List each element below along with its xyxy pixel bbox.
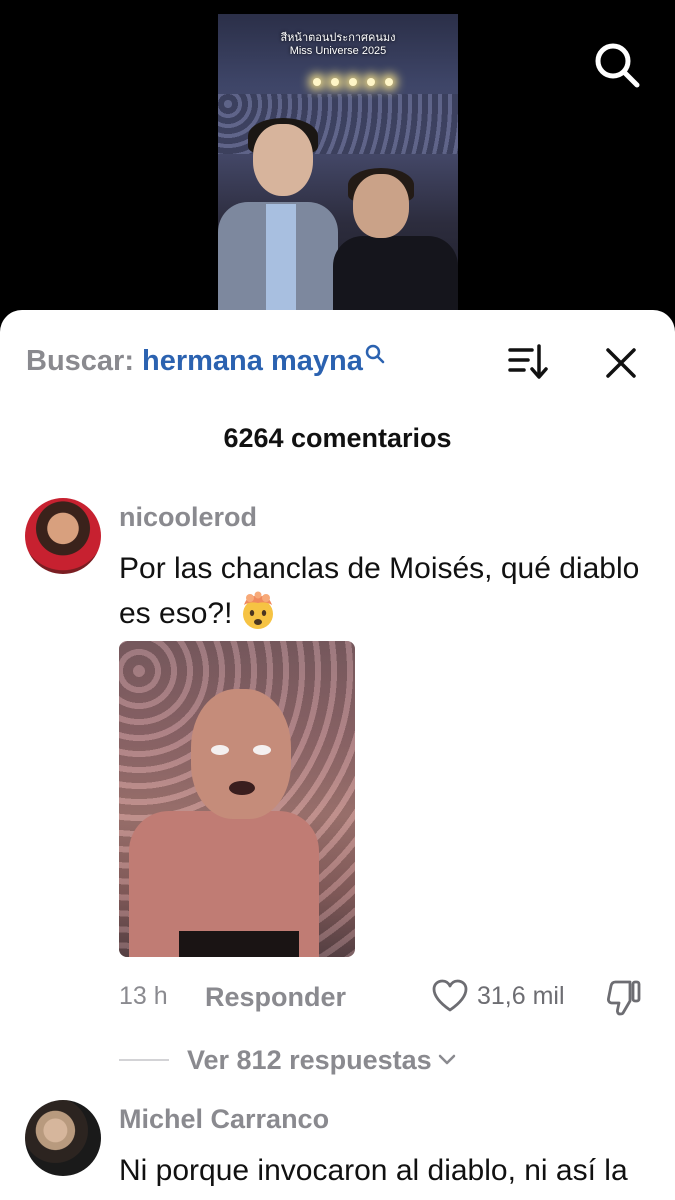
sort-button[interactable]: [506, 342, 550, 382]
close-button[interactable]: [602, 344, 640, 382]
heart-icon[interactable]: [431, 978, 469, 1014]
comment-actions: 13 h Responder 31,6 mil: [119, 978, 659, 1018]
comment-text-body: Por las chanclas de Moisés, qué diablo e…: [119, 552, 640, 630]
comment-attached-image[interactable]: [119, 641, 355, 957]
chevron-down-icon: [438, 1054, 455, 1065]
view-replies-label: Ver 812 respuestas: [187, 1044, 432, 1075]
video-caption: สีหน้าตอนประกาศคนมง Miss Universe 2025: [218, 32, 458, 58]
comment-count: 6264 comentarios: [223, 423, 452, 453]
video-caption-line2: Miss Universe 2025: [289, 45, 387, 57]
video-area: สีหน้าตอนประกาศคนมง Miss Universe 2025: [0, 0, 675, 330]
comment-username[interactable]: Michel Carranco: [119, 1104, 329, 1135]
comment-username[interactable]: nicoolerod: [119, 502, 257, 533]
stage-lights: [313, 72, 433, 92]
video-caption-line1: สีหน้าตอนประกาศคนมง: [280, 32, 396, 44]
person-left: [218, 118, 338, 314]
sort-icon: [508, 344, 548, 379]
reply-button[interactable]: Responder: [205, 982, 346, 1013]
video-thumbnail[interactable]: สีหน้าตอนประกาศคนมง Miss Universe 2025: [218, 14, 458, 314]
avatar[interactable]: [25, 1100, 101, 1176]
person-right: [333, 168, 458, 314]
search-button[interactable]: [592, 40, 642, 90]
thumbs-down-icon[interactable]: [606, 978, 642, 1016]
comments-sheet: Buscar: hermana mayna 6264 comentarios n…: [0, 310, 675, 1200]
comment-text: Ni porque invocaron al diablo, ni así la…: [119, 1154, 628, 1200]
avatar[interactable]: [25, 498, 101, 574]
divider: [119, 1059, 169, 1061]
search-icon: [365, 344, 385, 364]
close-icon: [606, 348, 636, 378]
view-replies-button[interactable]: Ver 812 respuestas: [119, 1042, 456, 1078]
face: [191, 689, 291, 819]
comment-search-bar[interactable]: Buscar: hermana mayna: [26, 343, 385, 379]
search-icon: [595, 43, 640, 88]
comment-time: 13 h: [119, 982, 168, 1010]
exploding-head-icon: [243, 591, 274, 629]
comment-text: Por las chanclas de Moisés, qué diablo e…: [119, 546, 659, 636]
search-prefix: Buscar:: [26, 344, 134, 377]
search-query-link[interactable]: hermana mayna: [142, 345, 363, 378]
like-count: 31,6 mil: [477, 982, 565, 1010]
